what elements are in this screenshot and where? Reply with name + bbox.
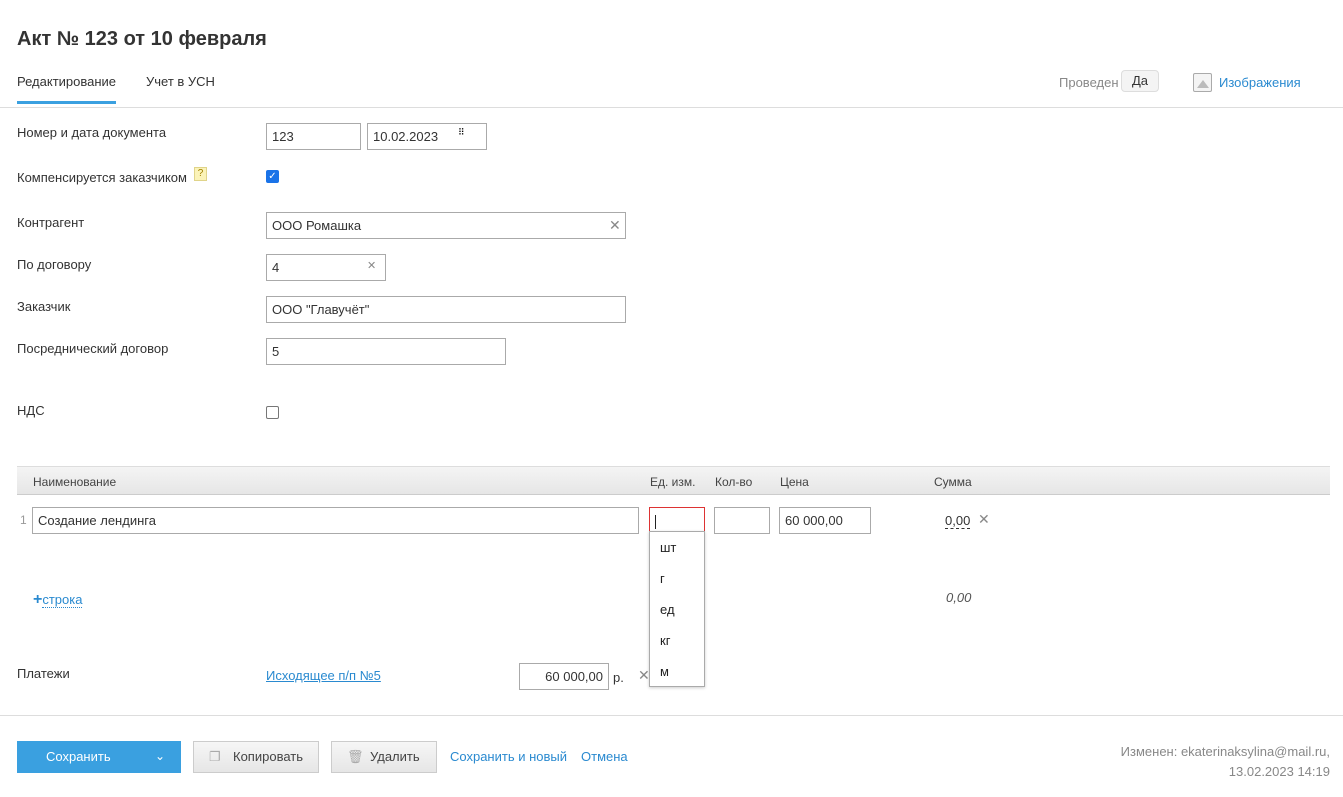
unit-option[interactable]: кг bbox=[650, 625, 704, 656]
vat-label: НДС bbox=[17, 403, 45, 418]
delete-label: Удалить bbox=[370, 749, 420, 764]
posted-toggle[interactable]: Да bbox=[1121, 70, 1159, 92]
remove-payment-icon[interactable]: ✕ bbox=[638, 667, 650, 684]
customer-input[interactable]: ООО "Главучёт" bbox=[266, 296, 626, 323]
unit-input[interactable] bbox=[649, 507, 705, 534]
unit-option[interactable]: г bbox=[650, 563, 704, 594]
vat-checkbox[interactable] bbox=[266, 406, 279, 419]
number-date-label: Номер и дата документа bbox=[17, 125, 167, 140]
copy-label: Копировать bbox=[233, 749, 303, 764]
item-name-input[interactable]: Создание лендинга bbox=[32, 507, 639, 534]
modified-info: Изменен: ekaterinaksylina@mail.ru, 13.02… bbox=[1121, 742, 1330, 782]
page-title: Акт № 123 от 10 февраля bbox=[17, 28, 267, 50]
contract-label: По договору bbox=[17, 257, 92, 272]
clear-icon[interactable]: ✕ bbox=[609, 217, 621, 234]
date-input[interactable]: 10.02.2023 bbox=[367, 123, 487, 150]
help-icon[interactable]: ? bbox=[194, 167, 207, 181]
delete-button[interactable]: 🗑 Удалить bbox=[331, 741, 437, 773]
col-price: Цена bbox=[780, 475, 809, 489]
save-label: Сохранить bbox=[46, 749, 111, 764]
agency-label: Посреднический договор bbox=[17, 341, 169, 356]
qty-input[interactable] bbox=[714, 507, 770, 534]
copy-button[interactable]: ❐ Копировать bbox=[193, 741, 319, 773]
number-input[interactable]: 123 bbox=[266, 123, 361, 150]
col-name: Наименование bbox=[33, 475, 117, 489]
modified-by: Изменен: ekaterinaksylina@mail.ru, bbox=[1120, 744, 1330, 759]
currency-label: р. bbox=[613, 670, 624, 685]
save-and-new-link[interactable]: Сохранить и новый bbox=[450, 749, 567, 764]
images-link[interactable]: Изображения bbox=[1219, 75, 1301, 90]
unit-option[interactable]: шт bbox=[650, 532, 704, 563]
divider bbox=[0, 715, 1343, 716]
col-unit: Ед. изм. bbox=[650, 475, 696, 489]
price-input[interactable]: 60 000,00 bbox=[779, 507, 871, 534]
row-sum[interactable]: 0,00 bbox=[945, 513, 971, 529]
posted-label: Проведен bbox=[1059, 75, 1119, 90]
counterparty-input[interactable]: ООО Ромашка bbox=[266, 212, 626, 239]
save-button[interactable]: Сохранить ⌄ bbox=[17, 741, 181, 773]
table-total: 0,00 bbox=[946, 590, 972, 605]
plus-icon: + bbox=[33, 591, 43, 608]
trash-icon: 🗑 bbox=[347, 749, 364, 764]
row-number: 1 bbox=[20, 513, 27, 527]
tab-usn[interactable]: Учет в УСН bbox=[146, 74, 215, 89]
agency-input[interactable]: 5 bbox=[266, 338, 506, 365]
table-header: Наименование Ед. изм. Кол-во Цена Сумма bbox=[17, 466, 1330, 495]
compensated-label: Компенсируется заказчиком bbox=[17, 170, 187, 185]
add-row-label: строка bbox=[42, 592, 83, 608]
add-row-button[interactable]: +строка bbox=[33, 591, 83, 609]
col-qty: Кол-во bbox=[715, 475, 753, 489]
customer-label: Заказчик bbox=[17, 299, 71, 314]
col-sum: Сумма bbox=[934, 475, 972, 489]
cancel-link[interactable]: Отмена bbox=[581, 749, 628, 764]
divider bbox=[0, 107, 1343, 108]
unit-option[interactable]: м bbox=[650, 656, 704, 687]
counterparty-label: Контрагент bbox=[17, 215, 85, 230]
compensated-checkbox[interactable]: ✓ bbox=[266, 170, 279, 183]
delete-row-icon[interactable]: ✕ bbox=[978, 511, 990, 528]
modified-date: 13.02.2023 14:19 bbox=[1228, 764, 1330, 779]
payment-amount-input[interactable]: 60 000,00 bbox=[519, 663, 609, 690]
tab-editing[interactable]: Редактирование bbox=[17, 74, 117, 104]
payments-label: Платежи bbox=[17, 666, 70, 681]
image-icon bbox=[1193, 73, 1212, 92]
calendar-icon[interactable]: ⠿ bbox=[458, 127, 465, 138]
chevron-down-icon[interactable]: ⌄ bbox=[155, 740, 165, 772]
copy-icon: ❐ bbox=[209, 749, 221, 764]
unit-dropdown[interactable]: шт г ед кг м bbox=[649, 531, 705, 687]
clear-icon[interactable]: ✕ bbox=[367, 259, 376, 272]
payment-link[interactable]: Исходящее п/п №5 bbox=[266, 668, 381, 683]
unit-option[interactable]: ед bbox=[650, 594, 704, 625]
